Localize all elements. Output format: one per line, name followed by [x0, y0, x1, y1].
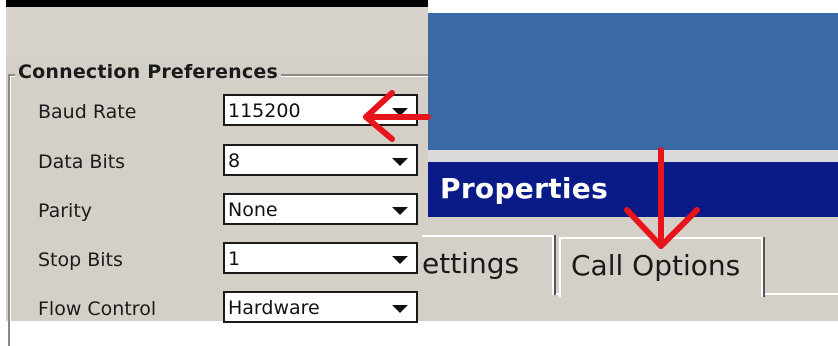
data-bits-row: Data Bits 8	[38, 144, 418, 180]
chevron-down-icon[interactable]	[392, 158, 408, 166]
baud-rate-value: 115200	[228, 100, 301, 122]
stop-bits-row: Stop Bits 1	[38, 242, 418, 278]
properties-title-bar: Properties	[428, 162, 838, 217]
window-title: Properties	[440, 172, 609, 205]
parity-label: Parity	[38, 200, 93, 222]
baud-rate-dropdown[interactable]: 115200	[223, 94, 418, 126]
flow-control-dropdown[interactable]: Hardware	[223, 291, 418, 323]
tab-call-options[interactable]: Call Options	[559, 237, 763, 297]
parity-value: None	[228, 199, 278, 221]
stop-bits-dropdown[interactable]: 1	[223, 242, 418, 274]
window-edge	[428, 150, 838, 162]
flow-control-label: Flow Control	[38, 298, 157, 320]
chevron-down-icon[interactable]	[392, 305, 408, 313]
desktop-background	[428, 13, 838, 150]
flow-control-row: Flow Control Hardware	[38, 291, 418, 327]
chevron-down-icon[interactable]	[392, 256, 408, 264]
tab-strip: ettings Call Options	[422, 217, 838, 321]
data-bits-value: 8	[228, 150, 241, 172]
stop-bits-label: Stop Bits	[38, 249, 123, 271]
top-strip	[428, 0, 838, 13]
chevron-down-icon[interactable]	[392, 207, 408, 215]
top-border	[6, 0, 428, 7]
panel-header	[6, 7, 428, 57]
tab-call-options-label: Call Options	[571, 249, 741, 282]
data-bits-dropdown[interactable]: 8	[223, 144, 418, 176]
parity-dropdown[interactable]: None	[223, 193, 418, 225]
data-bits-label: Data Bits	[38, 151, 126, 173]
flow-control-value: Hardware	[228, 297, 320, 319]
stop-bits-value: 1	[228, 248, 241, 270]
groupbox-title: Connection Preferences	[15, 61, 281, 83]
tab-settings-label: ettings	[422, 247, 520, 280]
baud-rate-row: Baud Rate 115200	[38, 94, 418, 130]
chevron-down-icon[interactable]	[392, 108, 408, 116]
baud-rate-label: Baud Rate	[38, 101, 137, 123]
parity-row: Parity None	[38, 193, 418, 229]
tab-settings[interactable]: ettings	[422, 235, 554, 295]
